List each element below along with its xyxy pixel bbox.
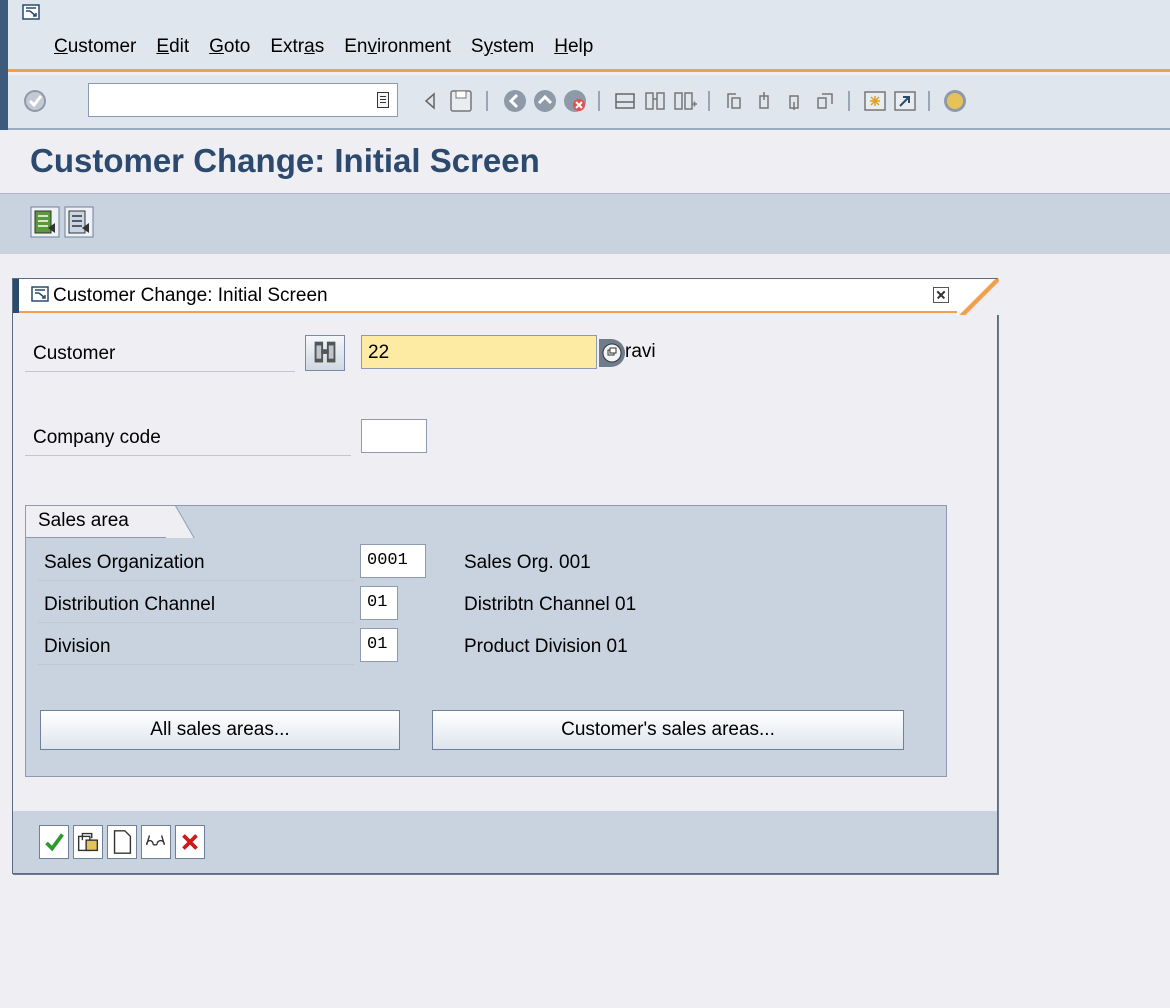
cancel-x-icon[interactable] <box>175 825 205 859</box>
list-green-icon[interactable] <box>30 206 60 238</box>
window-edge <box>0 0 8 130</box>
find-icon[interactable] <box>642 88 668 114</box>
distribution-channel-label: Distribution Channel <box>44 594 216 615</box>
sales-area-tab: Sales area <box>26 506 174 538</box>
distribution-channel-field[interactable]: 01 <box>360 586 398 620</box>
division-field[interactable]: 01 <box>360 628 398 662</box>
other-account-icon[interactable] <box>73 825 103 859</box>
last-page-icon[interactable] <box>812 88 838 114</box>
standard-toolbar <box>8 75 1170 130</box>
cancel-icon[interactable] <box>562 88 588 114</box>
toolbar-separator <box>598 91 600 111</box>
menu-help[interactable]: Help <box>554 36 593 58</box>
first-page-icon[interactable] <box>722 88 748 114</box>
menu-system[interactable]: System <box>471 36 534 58</box>
menu-environment[interactable]: Environment <box>344 36 451 58</box>
menu-goto[interactable]: Goto <box>209 36 250 58</box>
dialog-title: Customer Change: Initial Screen <box>53 285 328 306</box>
toolbar-separator <box>486 91 488 111</box>
back-arrow-icon[interactable] <box>418 88 444 114</box>
menu-extras[interactable]: Extras <box>270 36 324 58</box>
company-code-field[interactable] <box>361 419 427 453</box>
dialog-menu-icon[interactable] <box>31 286 51 304</box>
sales-org-label: Sales Organization <box>44 552 205 573</box>
sales-area-title: Sales area <box>38 510 129 531</box>
print-icon[interactable] <box>612 88 638 114</box>
display-glasses-icon[interactable] <box>141 825 171 859</box>
dialog-corner-decoration <box>957 279 999 315</box>
row-divider <box>25 455 351 456</box>
exit-icon[interactable] <box>532 88 558 114</box>
sales-org-desc: Sales Org. 001 <box>464 552 591 573</box>
application-toolbar <box>0 194 1170 254</box>
save-icon[interactable] <box>448 88 474 114</box>
title-bar: Customer Change: Initial Screen <box>0 132 1170 194</box>
customers-sales-areas-button[interactable]: Customer's sales areas... <box>432 710 904 750</box>
customer-change-dialog: Customer Change: Initial Screen Customer… <box>12 278 999 874</box>
all-sales-areas-button[interactable]: All sales areas... <box>40 710 400 750</box>
customer-field[interactable]: 22 <box>361 335 597 369</box>
row-divider <box>25 371 295 372</box>
list-blue-icon[interactable] <box>64 206 94 238</box>
help-icon[interactable] <box>942 88 968 114</box>
row-divider <box>38 580 354 581</box>
continue-check-icon[interactable] <box>39 825 69 859</box>
find-next-icon[interactable] <box>672 88 698 114</box>
sales-org-field[interactable]: 0001 <box>360 544 426 578</box>
menu-customer[interactable]: Customer <box>54 36 136 58</box>
sales-area-group: Sales area Sales Organization 0001 Sales… <box>25 505 947 777</box>
enter-icon[interactable] <box>22 88 48 114</box>
division-desc: Product Division 01 <box>464 636 628 657</box>
back-icon[interactable] <box>502 88 528 114</box>
new-document-icon[interactable] <box>107 825 137 859</box>
next-page-icon[interactable] <box>782 88 808 114</box>
row-divider <box>38 622 354 623</box>
page-title: Customer Change: Initial Screen <box>30 142 540 179</box>
company-code-label: Company code <box>33 427 161 448</box>
previous-page-icon[interactable] <box>752 88 778 114</box>
toolbar-separator <box>848 91 850 111</box>
customer-name: ravi <box>625 341 656 362</box>
dialog-title-accent <box>13 279 19 313</box>
distribution-channel-desc: Distribtn Channel 01 <box>464 594 637 615</box>
dialog-title-bar: Customer Change: Initial Screen <box>13 279 997 313</box>
create-session-icon[interactable] <box>862 88 888 114</box>
command-input[interactable] <box>89 84 359 116</box>
details-icon[interactable] <box>597 338 625 368</box>
system-menu-icon[interactable] <box>22 4 42 22</box>
dialog-footer <box>13 811 997 873</box>
division-label: Division <box>44 636 111 657</box>
close-icon[interactable] <box>933 287 949 303</box>
menu-items: Customer Edit Goto Extras Environment Sy… <box>54 36 613 58</box>
shortcut-icon[interactable] <box>892 88 918 114</box>
customer-label: Customer <box>33 343 116 364</box>
menu-edit[interactable]: Edit <box>156 36 189 58</box>
command-dropdown-icon[interactable] <box>377 92 389 108</box>
menu-bar: Customer Edit Goto Extras Environment Sy… <box>8 0 1170 72</box>
toolbar-separator <box>708 91 710 111</box>
toolbar-separator <box>928 91 930 111</box>
command-field[interactable] <box>88 83 398 117</box>
binoculars-icon[interactable] <box>305 335 345 371</box>
row-divider <box>38 664 354 665</box>
tab-slant <box>166 506 202 538</box>
